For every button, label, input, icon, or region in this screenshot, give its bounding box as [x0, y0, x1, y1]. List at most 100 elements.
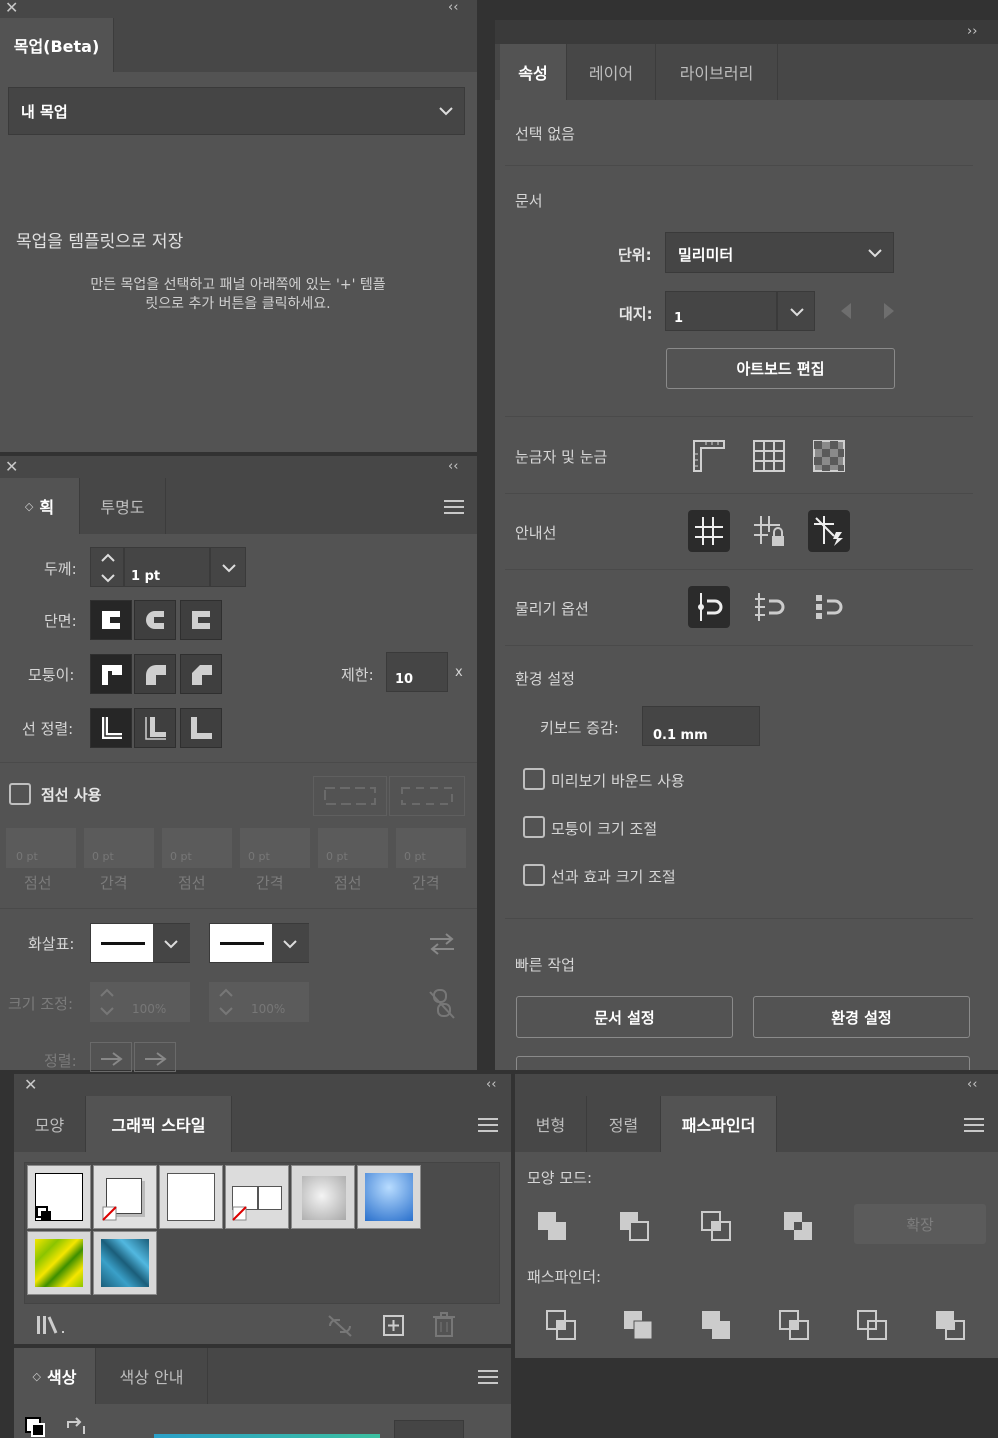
- collapse-icon[interactable]: ‹‹: [967, 1077, 977, 1093]
- end-arrowhead-select[interactable]: [209, 923, 309, 963]
- end-arrowhead-dropdown[interactable]: [272, 924, 309, 962]
- align-inside-button[interactable]: [134, 708, 176, 748]
- tab-mockup[interactable]: 목업(Beta): [0, 18, 114, 72]
- collapse-icon[interactable]: ››: [967, 24, 977, 40]
- tab-color[interactable]: ◇ 색상: [14, 1348, 96, 1404]
- mockup-heading: 목업을 템플릿으로 저장: [16, 232, 184, 252]
- tab-stroke[interactable]: ◇ 획: [0, 478, 80, 534]
- arrow-place-icon: [145, 1052, 167, 1066]
- projecting-cap-button[interactable]: [180, 600, 222, 640]
- properties-panel: ›› 속성 레이어 라이브러리 선택 없음 문서 단위: 밀리미터 대지: 1 …: [495, 20, 998, 1070]
- units-dropdown[interactable]: 밀리미터: [665, 232, 894, 273]
- previous-artboard-icon[interactable]: [841, 303, 853, 319]
- close-icon[interactable]: ✕: [24, 1077, 37, 1093]
- preferences-button[interactable]: 환경 설정: [753, 996, 970, 1038]
- style-split-swatch[interactable]: [225, 1165, 289, 1229]
- intersect-icon[interactable]: [700, 1210, 732, 1242]
- collapse-icon[interactable]: ‹‹: [448, 459, 458, 475]
- edit-artboards-button[interactable]: 아트보드 편집: [666, 348, 895, 389]
- tab-graphic-styles[interactable]: 그래픽 스타일: [86, 1096, 232, 1152]
- bevel-join-button[interactable]: [180, 654, 222, 694]
- style-default-swatch[interactable]: [27, 1165, 91, 1229]
- scale-strokes-checkbox[interactable]: [523, 864, 545, 886]
- new-style-icon[interactable]: [382, 1314, 406, 1338]
- document-setup-button[interactable]: 문서 설정: [516, 996, 733, 1038]
- grid-button[interactable]: [748, 435, 790, 477]
- graphic-styles-library-icon[interactable]: [36, 1314, 70, 1338]
- transparency-grid-button[interactable]: [808, 435, 850, 477]
- panel-menu-icon[interactable]: [478, 1118, 498, 1132]
- limit-input[interactable]: 10: [386, 652, 448, 692]
- next-artboard-icon[interactable]: [882, 303, 894, 319]
- smart-guides-button[interactable]: [808, 510, 850, 552]
- tab-transparency[interactable]: 투명도: [80, 478, 166, 534]
- weight-stepper[interactable]: [90, 547, 124, 587]
- collapse-icon[interactable]: ‹‹: [486, 1077, 496, 1093]
- tab-libraries[interactable]: 라이브러리: [656, 44, 778, 100]
- scale-corners-label: 모퉁이 크기 조절: [551, 820, 658, 838]
- scale-corners-checkbox[interactable]: [523, 816, 545, 838]
- minus-front-icon[interactable]: [618, 1210, 650, 1242]
- artboard-dropdown[interactable]: [777, 291, 815, 331]
- weight-input[interactable]: 1 pt: [124, 547, 210, 587]
- style-white-swatch[interactable]: [159, 1165, 223, 1229]
- show-guides-button[interactable]: [688, 510, 730, 552]
- dash-input: 0 pt: [162, 828, 232, 868]
- preview-bounds-checkbox[interactable]: [523, 768, 545, 790]
- mockup-dropdown[interactable]: 내 목업: [8, 87, 465, 135]
- tab-pathfinder[interactable]: 패스파인더: [661, 1096, 777, 1152]
- dash-label: 점선: [334, 874, 362, 892]
- keyboard-increment-label: 키보드 증감:: [540, 719, 619, 737]
- style-blue-gradient-swatch[interactable]: [357, 1165, 421, 1229]
- exclude-icon[interactable]: [782, 1210, 814, 1242]
- trim-icon[interactable]: [622, 1309, 654, 1341]
- lock-guides-button[interactable]: [748, 510, 790, 552]
- artboard-input[interactable]: 1: [665, 291, 777, 331]
- panel-menu-icon[interactable]: [444, 500, 464, 514]
- style-teal-pattern-swatch[interactable]: [93, 1231, 157, 1295]
- start-arrowhead-select[interactable]: [90, 923, 190, 963]
- snap-to-pixel-button[interactable]: [808, 586, 850, 628]
- close-icon[interactable]: ✕: [5, 0, 18, 16]
- tab-appearance[interactable]: 모양: [14, 1096, 86, 1152]
- swap-fill-stroke-icon[interactable]: [64, 1416, 88, 1438]
- color-value-input[interactable]: [394, 1420, 464, 1438]
- snap-to-grid-button[interactable]: [748, 586, 790, 628]
- round-join-button[interactable]: [134, 654, 176, 694]
- style-soft-shadow-swatch[interactable]: [291, 1165, 355, 1229]
- fill-stroke-icon[interactable]: [24, 1416, 48, 1438]
- tab-transform[interactable]: 변형: [515, 1096, 587, 1152]
- divide-icon[interactable]: [545, 1309, 577, 1341]
- tab-align[interactable]: 정렬: [587, 1096, 661, 1152]
- round-cap-button[interactable]: [134, 600, 176, 640]
- tab-properties[interactable]: 속성: [500, 44, 567, 100]
- swap-arrowheads-icon[interactable]: [428, 932, 456, 956]
- butt-cap-button[interactable]: [90, 600, 132, 640]
- crop-icon[interactable]: [778, 1309, 810, 1341]
- arrow-tip-beyond-button: [90, 1042, 132, 1072]
- divider: [505, 645, 973, 646]
- start-arrowhead-dropdown[interactable]: [153, 924, 190, 962]
- unite-icon[interactable]: [536, 1210, 568, 1242]
- style-no-stroke-swatch[interactable]: [93, 1165, 157, 1229]
- panel-menu-icon[interactable]: [478, 1370, 498, 1384]
- weight-dropdown[interactable]: [210, 547, 246, 587]
- collapse-icon[interactable]: ‹‹: [448, 0, 458, 16]
- close-icon[interactable]: ✕: [5, 459, 18, 475]
- snap-to-point-button[interactable]: [688, 586, 730, 628]
- rulers-button[interactable]: [688, 435, 730, 477]
- limit-label: 제한:: [341, 666, 374, 684]
- miter-join-button[interactable]: [90, 654, 132, 694]
- style-green-pattern-swatch[interactable]: [27, 1231, 91, 1295]
- keyboard-increment-input[interactable]: 0.1 mm: [642, 706, 760, 746]
- minus-back-icon[interactable]: [934, 1309, 966, 1341]
- tab-layers[interactable]: 레이어: [567, 44, 656, 100]
- outline-icon[interactable]: [856, 1309, 888, 1341]
- tab-color-guide[interactable]: 색상 안내: [96, 1348, 208, 1404]
- align-outside-button[interactable]: [180, 708, 222, 748]
- dashed-line-checkbox[interactable]: [9, 783, 31, 805]
- panel-menu-icon[interactable]: [964, 1118, 984, 1132]
- align-center-button[interactable]: [90, 708, 132, 748]
- merge-icon[interactable]: [700, 1309, 732, 1341]
- color-spectrum[interactable]: [154, 1434, 380, 1438]
